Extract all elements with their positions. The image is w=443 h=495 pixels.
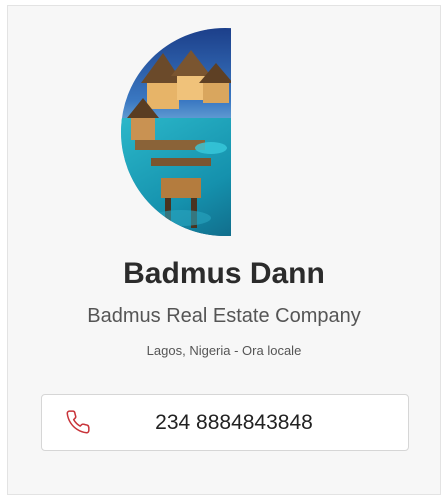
- contact-name: Badmus Dann: [123, 257, 325, 290]
- location-text: Lagos, Nigeria - Ora locale: [146, 343, 302, 358]
- phone-button[interactable]: 234 8884843848: [41, 394, 409, 451]
- avatar-image: [121, 28, 231, 236]
- company-name: Badmus Real Estate Company: [87, 305, 361, 327]
- phone-number: 234 8884843848: [155, 411, 313, 434]
- resort-photo: [121, 28, 231, 236]
- avatar: [121, 28, 231, 236]
- contact-card: Badmus Dann Badmus Real Estate Company L…: [7, 5, 441, 495]
